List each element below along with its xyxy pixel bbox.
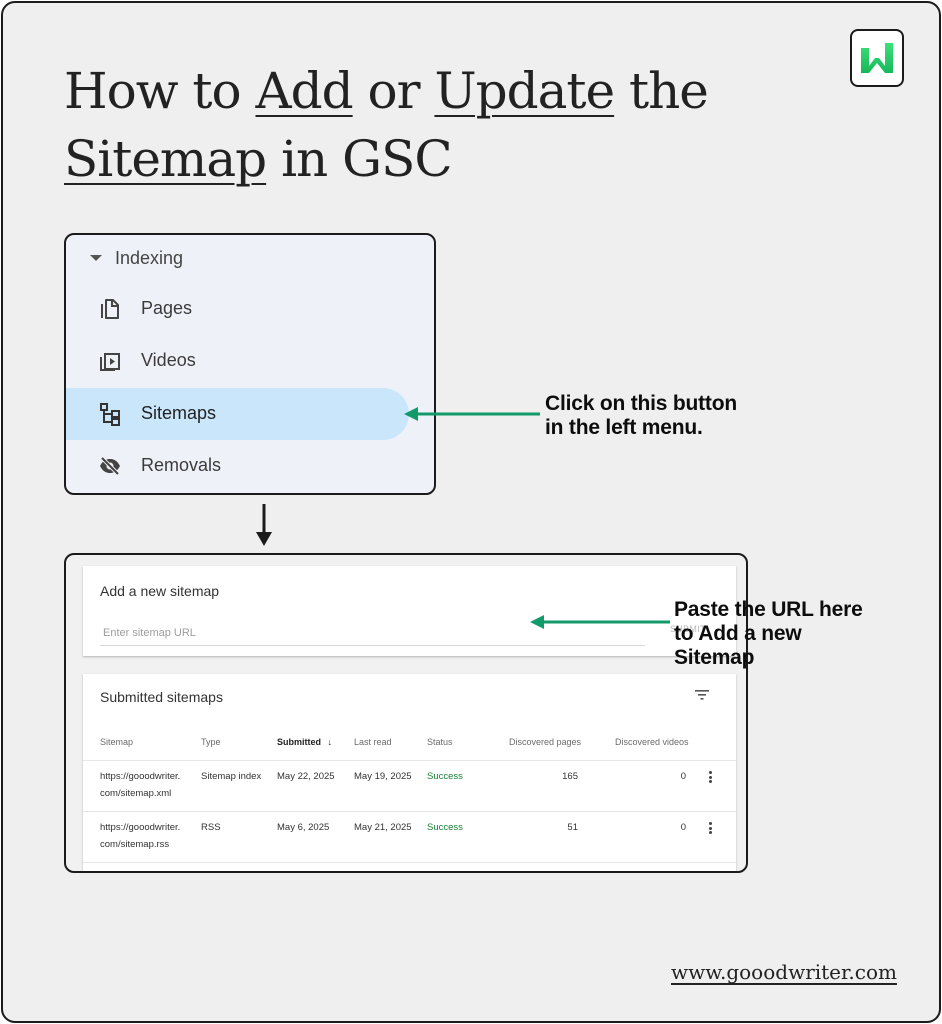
- gsc-sitemaps-panel: Add a new sitemap SUBMIT Submitted sitem…: [64, 553, 748, 873]
- column-header-type[interactable]: Type: [201, 737, 221, 747]
- column-header-status[interactable]: Status: [427, 737, 453, 747]
- down-arrow-icon: [256, 504, 272, 546]
- pointer-arrow-icon: [404, 407, 540, 421]
- column-header-label: Submitted: [277, 737, 321, 747]
- column-header-last-read[interactable]: Last read: [354, 737, 392, 747]
- menu-item-label: Videos: [141, 350, 196, 370]
- add-sitemap-heading: Add a new sitemap: [100, 583, 220, 599]
- menu-item-removals[interactable]: Removals: [66, 440, 409, 492]
- column-header-submitted[interactable]: Submitted ↓: [277, 737, 332, 747]
- menu-item-sitemaps[interactable]: Sitemaps: [66, 388, 409, 440]
- menu-item-label: Sitemaps: [141, 403, 217, 423]
- menu-item-videos[interactable]: Videos: [66, 335, 409, 387]
- website-link[interactable]: www.gooodwriter.com: [671, 960, 897, 984]
- row-menu-icon[interactable]: [709, 822, 713, 836]
- pointer-arrow-icon: [530, 615, 670, 629]
- removals-icon: [100, 456, 120, 476]
- menu-item-label: Removals: [141, 455, 222, 475]
- sort-arrow-down-icon: ↓: [327, 737, 333, 747]
- table-cell-discovered-pages: 51: [567, 822, 578, 833]
- table-cell-status: Success: [427, 771, 463, 782]
- videos-icon: [100, 353, 120, 371]
- indexing-section-toggle[interactable]: Indexing: [90, 244, 183, 272]
- table-cell-discovered-videos: 0: [680, 771, 686, 782]
- table-cell-submitted: May 6, 2025: [277, 822, 330, 833]
- submitted-sitemaps-card: Submitted sitemaps Sitemap Type Submitte…: [83, 674, 736, 871]
- submitted-sitemaps-heading: Submitted sitemaps: [100, 689, 223, 705]
- column-header-sitemap[interactable]: Sitemap: [100, 737, 133, 747]
- pages-icon: [101, 299, 119, 319]
- table-cell-discovered-videos: 0: [680, 822, 686, 833]
- page-title: How to Add or Update the Sitemap in GSC: [64, 62, 709, 188]
- add-sitemap-card: Add a new sitemap SUBMIT: [83, 566, 736, 656]
- table-cell-sitemap[interactable]: https://gooodwriter. com/sitemap.rss: [100, 819, 180, 853]
- menu-item-pages[interactable]: Pages: [66, 283, 409, 335]
- menu-item-label: Pages: [141, 298, 193, 318]
- table-cell-status: Success: [427, 822, 463, 833]
- row-divider: [83, 862, 736, 863]
- table-cell-last-read: May 21, 2025: [354, 822, 412, 833]
- gsc-side-menu: Indexing Pages Videos Sitemaps Removals: [64, 233, 436, 495]
- table-cell-type: RSS: [201, 822, 221, 833]
- paste-url-callout: Paste the URL here to Add a new Sitemap: [674, 598, 863, 669]
- column-header-discovered-videos[interactable]: Discovered videos: [615, 737, 689, 747]
- filter-icon[interactable]: [695, 689, 709, 701]
- sitemaps-icon: [100, 403, 120, 426]
- goodwriter-logo-icon: [850, 29, 904, 87]
- menu-callout: Click on this button in the left menu.: [545, 392, 737, 439]
- row-divider: [83, 760, 736, 761]
- table-cell-sitemap[interactable]: https://gooodwriter. com/sitemap.xml: [100, 768, 180, 802]
- indexing-section-label: Indexing: [115, 247, 184, 268]
- table-cell-last-read: May 19, 2025: [354, 771, 412, 782]
- row-divider: [83, 811, 736, 812]
- table-cell-discovered-pages: 165: [562, 771, 578, 782]
- column-header-discovered-pages[interactable]: Discovered pages: [509, 737, 581, 747]
- caret-down-icon: [90, 255, 102, 261]
- table-cell-type: Sitemap index: [201, 771, 262, 782]
- row-menu-icon[interactable]: [709, 771, 713, 785]
- table-cell-submitted: May 22, 2025: [277, 771, 335, 782]
